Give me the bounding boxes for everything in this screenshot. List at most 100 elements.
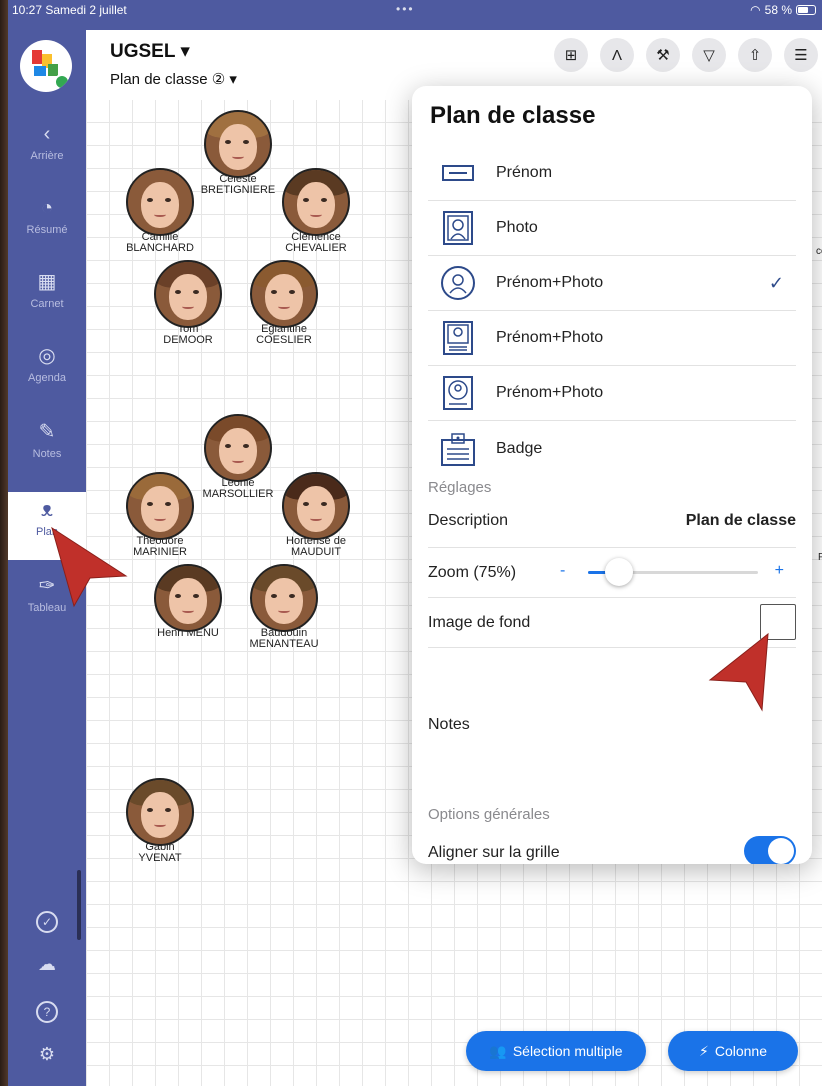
student-photo — [126, 168, 194, 236]
option-firstname[interactable]: Prénom — [428, 146, 796, 201]
compass-button[interactable]: Λ — [600, 38, 634, 72]
option-label: Badge — [496, 439, 543, 457]
filter-button[interactable]: ▽ — [692, 38, 726, 72]
plan-settings-popover: Plan de classe Prénom Photo Prénom+Photo… — [412, 86, 812, 864]
student-card[interactable]: Eglantine COESLIER — [234, 260, 334, 346]
option-photo[interactable]: Photo — [428, 201, 796, 256]
student-photo — [126, 472, 194, 540]
chat-icon: ◎ — [38, 345, 56, 367]
multitask-dots[interactable]: ••• — [396, 2, 415, 16]
student-name-partial: F — [818, 552, 822, 563]
student-last-name: BLANCHARD — [126, 242, 194, 254]
background-image-label: Image de fond — [428, 614, 531, 631]
sidebar-item-notes[interactable]: ✎ Notes — [8, 420, 86, 470]
calculator-icon: ⊞ — [564, 47, 578, 64]
status-time: 10:27 Samedi 2 juillet — [12, 3, 127, 17]
app-logo[interactable] — [20, 40, 72, 92]
sidebar-item-notebook[interactable]: ▦ Carnet — [8, 270, 86, 320]
toolbar: ⊞ Λ ⚒ ▽ ⇧ ☰ — [554, 38, 818, 72]
battery-percent: 58 % — [764, 3, 792, 17]
zoom-plus-button[interactable]: + — [775, 562, 784, 580]
cloud-upload-icon[interactable]: ☁ — [8, 954, 86, 975]
sidebar-item-back[interactable]: ‹ Arrière — [8, 122, 86, 172]
sidebar-item-label: Carnet — [30, 298, 64, 310]
plan-selector[interactable]: Plan de classe ② ▾ — [110, 70, 237, 88]
help-icon[interactable]: ? — [8, 1000, 86, 1023]
chevron-left-icon: ‹ — [43, 123, 51, 145]
hammer-icon: ⚒ — [656, 47, 670, 64]
round-photo-icon — [436, 265, 480, 301]
check-badge-icon — [54, 74, 70, 90]
wifi-icon: ◠ — [750, 3, 761, 17]
student-photo — [204, 110, 272, 178]
status-right: ◠ 58 % — [750, 3, 816, 17]
option-firstname-photo-framed[interactable]: Prénom+Photo — [428, 311, 796, 366]
student-card[interactable]: Gabin YVENAT — [110, 778, 210, 864]
share-icon: ⇧ — [748, 47, 762, 64]
name-tag-icon — [436, 155, 480, 191]
student-photo — [204, 414, 272, 482]
zoom-label: Zoom (75%) — [428, 564, 517, 581]
framed-photo-name-icon — [436, 320, 480, 356]
battery-icon — [796, 5, 816, 15]
compass-icon: Λ — [611, 46, 623, 64]
description-value[interactable]: Plan de classe — [686, 512, 796, 530]
toggle-settings-icon: ☰ — [794, 47, 808, 64]
popover-title: Plan de classe — [430, 102, 596, 129]
general-options-header: Options générales — [428, 806, 550, 823]
badge-icon — [436, 431, 480, 467]
zoom-slider-knob[interactable] — [604, 558, 633, 586]
option-label: Photo — [496, 219, 538, 236]
student-photo — [282, 472, 350, 540]
student-last-name: COESLIER — [256, 334, 312, 346]
sidebar-item-label: Notes — [32, 448, 62, 460]
sidebar-item-agenda[interactable]: ◎ Agenda — [8, 344, 86, 394]
notes-label[interactable]: Notes — [428, 716, 470, 734]
option-firstname-photo-round[interactable]: Prénom+Photo ✓ — [428, 256, 796, 311]
annotation-arrow-icon — [51, 526, 128, 608]
sidebar-item-summary[interactable]: ◔ Résumé — [8, 196, 86, 246]
option-firstname-photo-framed-round[interactable]: Prénom+Photo — [428, 366, 796, 421]
option-label: Prénom+Photo — [496, 329, 604, 346]
sidebar-item-label: Arrière — [30, 150, 64, 162]
pie-chart-icon: ◔ — [40, 197, 54, 219]
student-card[interactable]: Baudouin MENANTEAU — [234, 564, 334, 650]
zoom-row: Zoom (75%) - + — [428, 548, 796, 598]
student-last-name: DEMOOR — [163, 334, 213, 346]
student-last-name: YVENAT — [138, 852, 182, 864]
zoom-slider[interactable] — [588, 558, 758, 586]
calculator-button[interactable]: ⊞ — [554, 38, 588, 72]
grid-icon: ▦ — [37, 271, 57, 293]
student-photo — [154, 564, 222, 632]
settings-toggle-button[interactable]: ☰ — [784, 38, 818, 72]
student-card[interactable]: Tom DEMOOR — [138, 260, 238, 346]
hammer-button[interactable]: ⚒ — [646, 38, 680, 72]
student-card[interactable]: Camille BLANCHARD — [110, 168, 210, 254]
zoom-minus-button[interactable]: - — [560, 562, 565, 580]
column-button[interactable]: ⚡ Colonne — [668, 1031, 798, 1071]
sidebar-item-label: Résumé — [26, 224, 68, 236]
description-label: Description — [428, 512, 509, 529]
check-circle-icon[interactable]: ✓ — [8, 910, 86, 933]
share-button[interactable]: ⇧ — [738, 38, 772, 72]
option-label: Prénom+Photo — [496, 384, 604, 401]
class-title[interactable]: UGSEL ▾ — [110, 40, 190, 63]
grid-snap-toggle[interactable] — [744, 836, 796, 864]
multi-select-label: Sélection multiple — [512, 1043, 623, 1059]
student-photo — [282, 168, 350, 236]
student-last-name: CHEVALIER — [285, 242, 347, 254]
pencil-icon: ✎ — [38, 421, 56, 443]
student-card[interactable]: Hortense de MAUDUIT — [266, 472, 366, 558]
description-row[interactable]: Description Plan de classe — [428, 498, 796, 548]
multi-select-button[interactable]: 👥 Sélection multiple — [466, 1031, 646, 1071]
student-card[interactable]: Henri MENU — [138, 564, 238, 639]
option-badge[interactable]: Badge — [428, 421, 796, 476]
grid-snap-row: Aligner sur la grille — [428, 830, 796, 864]
student-photo — [250, 564, 318, 632]
checkmark-icon: ✓ — [768, 272, 784, 293]
student-card[interactable]: Clémence CHEVALIER — [266, 168, 366, 254]
student-last-name: MENANTEAU — [249, 638, 319, 650]
column-label: Colonne — [714, 1043, 767, 1059]
settings-gear-icon[interactable]: ⚙ — [8, 1044, 86, 1065]
student-name-partial: co — [816, 246, 822, 257]
